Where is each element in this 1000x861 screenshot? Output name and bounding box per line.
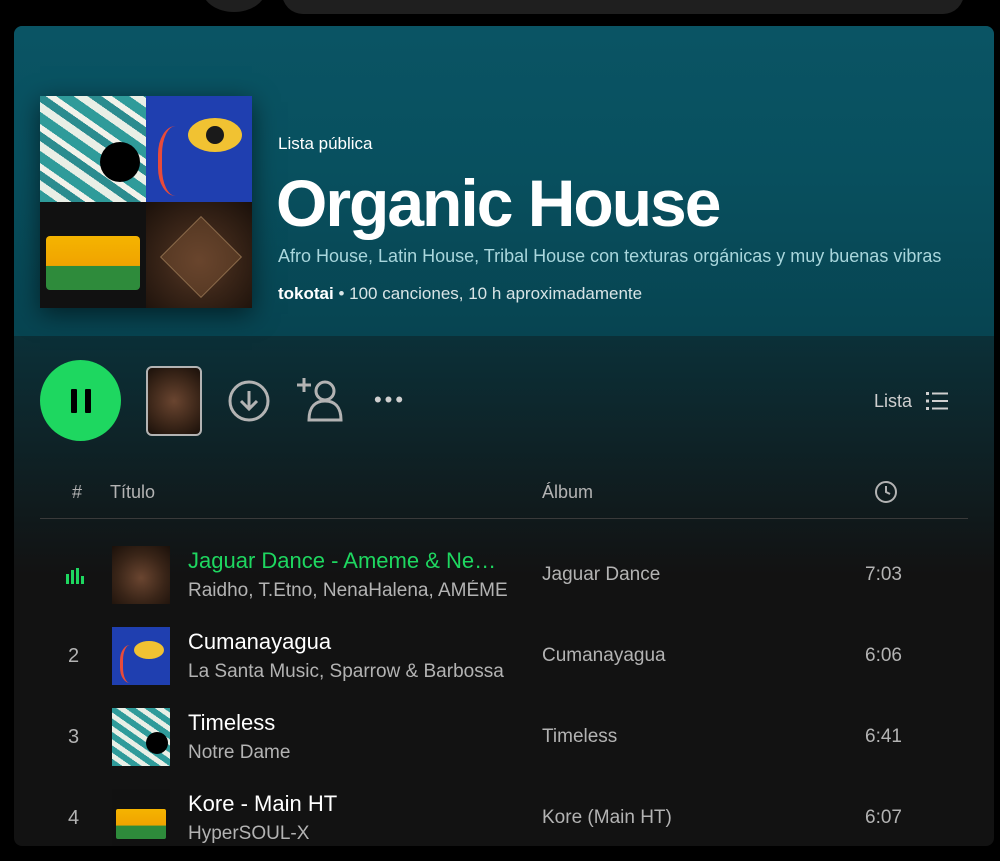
- download-icon: [228, 380, 270, 422]
- track-thumbnail: [112, 627, 170, 685]
- playlist-cover[interactable]: [40, 96, 252, 308]
- track-artist[interactable]: HyperSOUL-X: [188, 823, 508, 845]
- playlist-panel: Lista pública Organic House Afro House, …: [14, 26, 994, 846]
- track-thumbnail: [112, 708, 170, 766]
- track-artist[interactable]: Notre Dame: [188, 742, 508, 764]
- playlist-type: Lista pública: [278, 134, 373, 153]
- list-view-icon: [926, 392, 949, 410]
- track-album[interactable]: Cumanayagua: [542, 645, 666, 667]
- cover-pupil: [206, 126, 224, 144]
- thumb-eye: [134, 641, 164, 659]
- track-thumbnail: [112, 546, 170, 604]
- track-thumbnail: [112, 789, 170, 846]
- more-icon: •••: [373, 387, 407, 412]
- track-album[interactable]: Jaguar Dance: [542, 564, 660, 586]
- track-artist[interactable]: La Santa Music, Sparrow & Barbossa: [188, 661, 508, 683]
- header-album[interactable]: Álbum: [542, 482, 593, 503]
- track-title[interactable]: Jaguar Dance - Ameme & NenaHalena Remix: [188, 548, 508, 574]
- track-title[interactable]: Timeless: [188, 710, 508, 736]
- more-options-button[interactable]: •••: [370, 387, 410, 412]
- table-row[interactable]: 4 Kore - Main HT HyperSOUL-X Kore (Main …: [40, 781, 968, 846]
- thumb-scene: [116, 809, 166, 839]
- track-album[interactable]: Timeless: [542, 726, 617, 748]
- playlist-meta: tokotai • 100 canciones, 10 h aproximada…: [278, 284, 642, 304]
- pause-icon: [70, 388, 91, 413]
- playlist-description: Afro House, Latin House, Tribal House co…: [278, 246, 942, 266]
- header-number: #: [72, 482, 83, 502]
- track-title[interactable]: Kore - Main HT: [188, 791, 508, 817]
- thumb-disc: [146, 732, 168, 754]
- table-row[interactable]: 3 Timeless Notre Dame Timeless 6:41: [40, 700, 968, 776]
- owner-link[interactable]: tokotai: [278, 284, 334, 303]
- track-duration: 6:06: [865, 645, 902, 666]
- track-number: 4: [68, 807, 80, 829]
- search-bar[interactable]: [282, 0, 964, 14]
- cover-tile-jaguar-dance: [146, 202, 252, 308]
- home-button[interactable]: [202, 0, 266, 12]
- view-toggle[interactable]: Lista: [874, 386, 949, 416]
- cover-tile-kore: [40, 202, 146, 308]
- clock-icon[interactable]: [874, 480, 898, 504]
- page-title: Organic House: [276, 166, 721, 240]
- track-duration: 6:07: [865, 807, 902, 828]
- cover-tile-cumanayagua: [146, 96, 252, 202]
- track-number: 2: [68, 645, 80, 667]
- track-album[interactable]: Kore (Main HT): [542, 807, 672, 829]
- track-duration: 7:03: [865, 564, 902, 585]
- equalizer-icon: [66, 568, 84, 584]
- track-duration: 6:41: [865, 726, 902, 747]
- cover-tile-timeless: [40, 96, 146, 202]
- table-row[interactable]: Jaguar Dance - Ameme & NenaHalena Remix …: [40, 538, 968, 614]
- pause-button[interactable]: [40, 360, 121, 441]
- top-bar: [0, 0, 1000, 26]
- add-user-icon: [297, 378, 343, 422]
- header-title[interactable]: Título: [110, 482, 155, 503]
- track-artist[interactable]: Raidho, T.Etno, NenaHalena, AMÉME: [188, 580, 508, 602]
- cover-scene: [46, 236, 140, 290]
- add-collaborator-button[interactable]: [296, 374, 348, 424]
- playlist-stats: • 100 canciones, 10 h aproximadamente: [333, 284, 643, 303]
- cover-diamond: [159, 215, 243, 299]
- tracklist-header: # Título Álbum: [40, 474, 968, 519]
- now-playing-thumbnail[interactable]: [146, 366, 202, 436]
- view-label: Lista: [874, 390, 913, 411]
- download-button[interactable]: [226, 378, 272, 424]
- cover-disc: [100, 142, 140, 182]
- track-title[interactable]: Cumanayagua: [188, 629, 508, 655]
- table-row[interactable]: 2 Cumanayagua La Santa Music, Sparrow & …: [40, 619, 968, 695]
- track-number: 3: [68, 726, 80, 748]
